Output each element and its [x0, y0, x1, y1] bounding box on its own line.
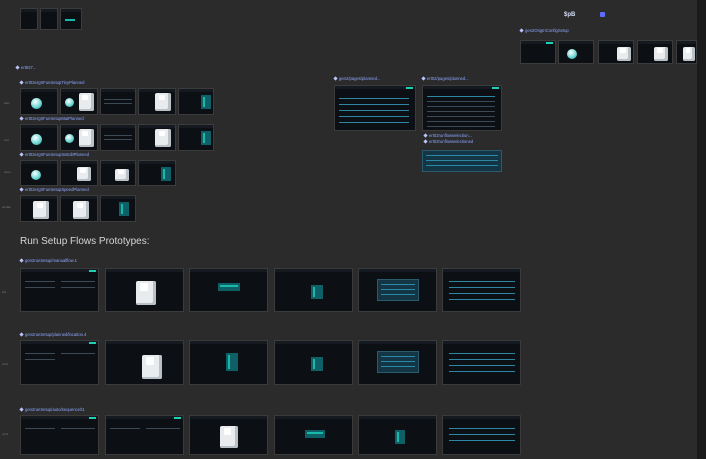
frame-screen[interactable] [274, 340, 353, 385]
frame-thumb[interactable] [138, 124, 176, 151]
side-label: plan [4, 101, 10, 105]
frame-thumb[interactable] [676, 40, 697, 64]
frame-screen[interactable] [274, 415, 353, 455]
frame-thumb[interactable] [60, 195, 98, 222]
frame-label[interactable]: ert02ergtrFunSetupSeEditPlanned [19, 152, 89, 158]
frame-label[interactable]: gen2runSetup/planned/location.4 [19, 332, 86, 338]
frame-label[interactable]: gen2runSetup/manualflow.1 [19, 258, 77, 264]
frame-thumb[interactable] [520, 40, 556, 64]
side-label: shuttle [2, 205, 11, 209]
frame-label[interactable]: ert02ergtrFunSetupTinyPlanned [19, 80, 84, 86]
frame-label[interactable]: ert02runflowselectioned [423, 139, 473, 145]
frame-panel[interactable] [422, 150, 502, 172]
design-canvas[interactable]: $pB gen2OrigtnConfigSetup ert827... plan… [0, 0, 697, 459]
frame-screen[interactable] [20, 268, 99, 312]
frame-thumb[interactable] [138, 88, 176, 115]
frame-thumb[interactable] [178, 124, 214, 151]
frame-label[interactable]: ert02ergtrFunSetupMatPlanned [19, 116, 84, 122]
frame-screen[interactable] [189, 415, 268, 455]
frame-thumb[interactable] [20, 195, 58, 222]
frame-screen[interactable] [274, 268, 353, 312]
frame-thumb[interactable] [60, 88, 98, 115]
frame-thumb[interactable] [100, 160, 136, 186]
frame-label[interactable]: ert02runflowselection... [423, 133, 472, 139]
frame-thumb[interactable] [558, 40, 594, 64]
side-label: run2 [2, 362, 9, 366]
frame-screen[interactable] [442, 268, 521, 312]
frame-screen[interactable] [189, 340, 268, 385]
frame-screen[interactable] [105, 340, 184, 385]
side-label: done [4, 170, 11, 174]
frame-thumb[interactable] [60, 124, 98, 151]
frame-screen[interactable] [358, 415, 437, 455]
frame-thumb[interactable] [637, 40, 673, 64]
side-label: run3 [2, 432, 9, 436]
frame-screen[interactable] [442, 340, 521, 385]
side-label: sort [4, 138, 10, 142]
frame-screen[interactable] [358, 340, 437, 385]
frame-label[interactable]: gen2/pages/planned... [333, 76, 380, 82]
frame-table[interactable] [422, 85, 502, 131]
frame-screen[interactable] [358, 268, 437, 312]
frame-thumb[interactable] [178, 88, 214, 115]
frame-thumb[interactable] [40, 8, 58, 30]
frame-label[interactable]: gen2OrigtnConfigSetup [519, 28, 569, 34]
frame-label[interactable]: gen2runSetup/auto/sequence/t1 [19, 407, 85, 413]
frame-thumb[interactable] [20, 160, 58, 186]
side-label: left [2, 290, 7, 294]
frame-screen[interactable] [20, 415, 99, 455]
section-label[interactable]: ert827... [15, 65, 36, 71]
frame-screen[interactable] [442, 415, 521, 455]
frame-screen[interactable] [189, 268, 268, 312]
page-heading: Run Setup Flows Prototypes: [20, 236, 150, 247]
frame-thumb[interactable] [138, 160, 176, 186]
frame-thumb[interactable] [100, 124, 136, 151]
frame-thumb[interactable] [20, 8, 38, 30]
frame-thumb[interactable] [60, 8, 82, 30]
frame-table[interactable] [334, 85, 416, 131]
frame-thumb[interactable] [20, 124, 58, 151]
frame-label[interactable]: ert02ergtrFunSetupSpeedPlanned [19, 187, 89, 193]
frame-thumb[interactable] [20, 88, 58, 115]
frame-screen[interactable] [105, 268, 184, 312]
figma-icon [600, 12, 605, 17]
frame-thumb[interactable] [60, 160, 98, 186]
frame-screen[interactable] [20, 340, 99, 385]
frame-label[interactable]: ert02/pages/planned... [421, 76, 469, 82]
frame-thumb[interactable] [598, 40, 634, 64]
logo-text: $pB [564, 12, 576, 18]
frame-screen[interactable] [105, 415, 184, 455]
frame-thumb[interactable] [100, 88, 136, 115]
frame-thumb[interactable] [100, 195, 136, 222]
right-scroll-rail[interactable] [697, 0, 706, 459]
